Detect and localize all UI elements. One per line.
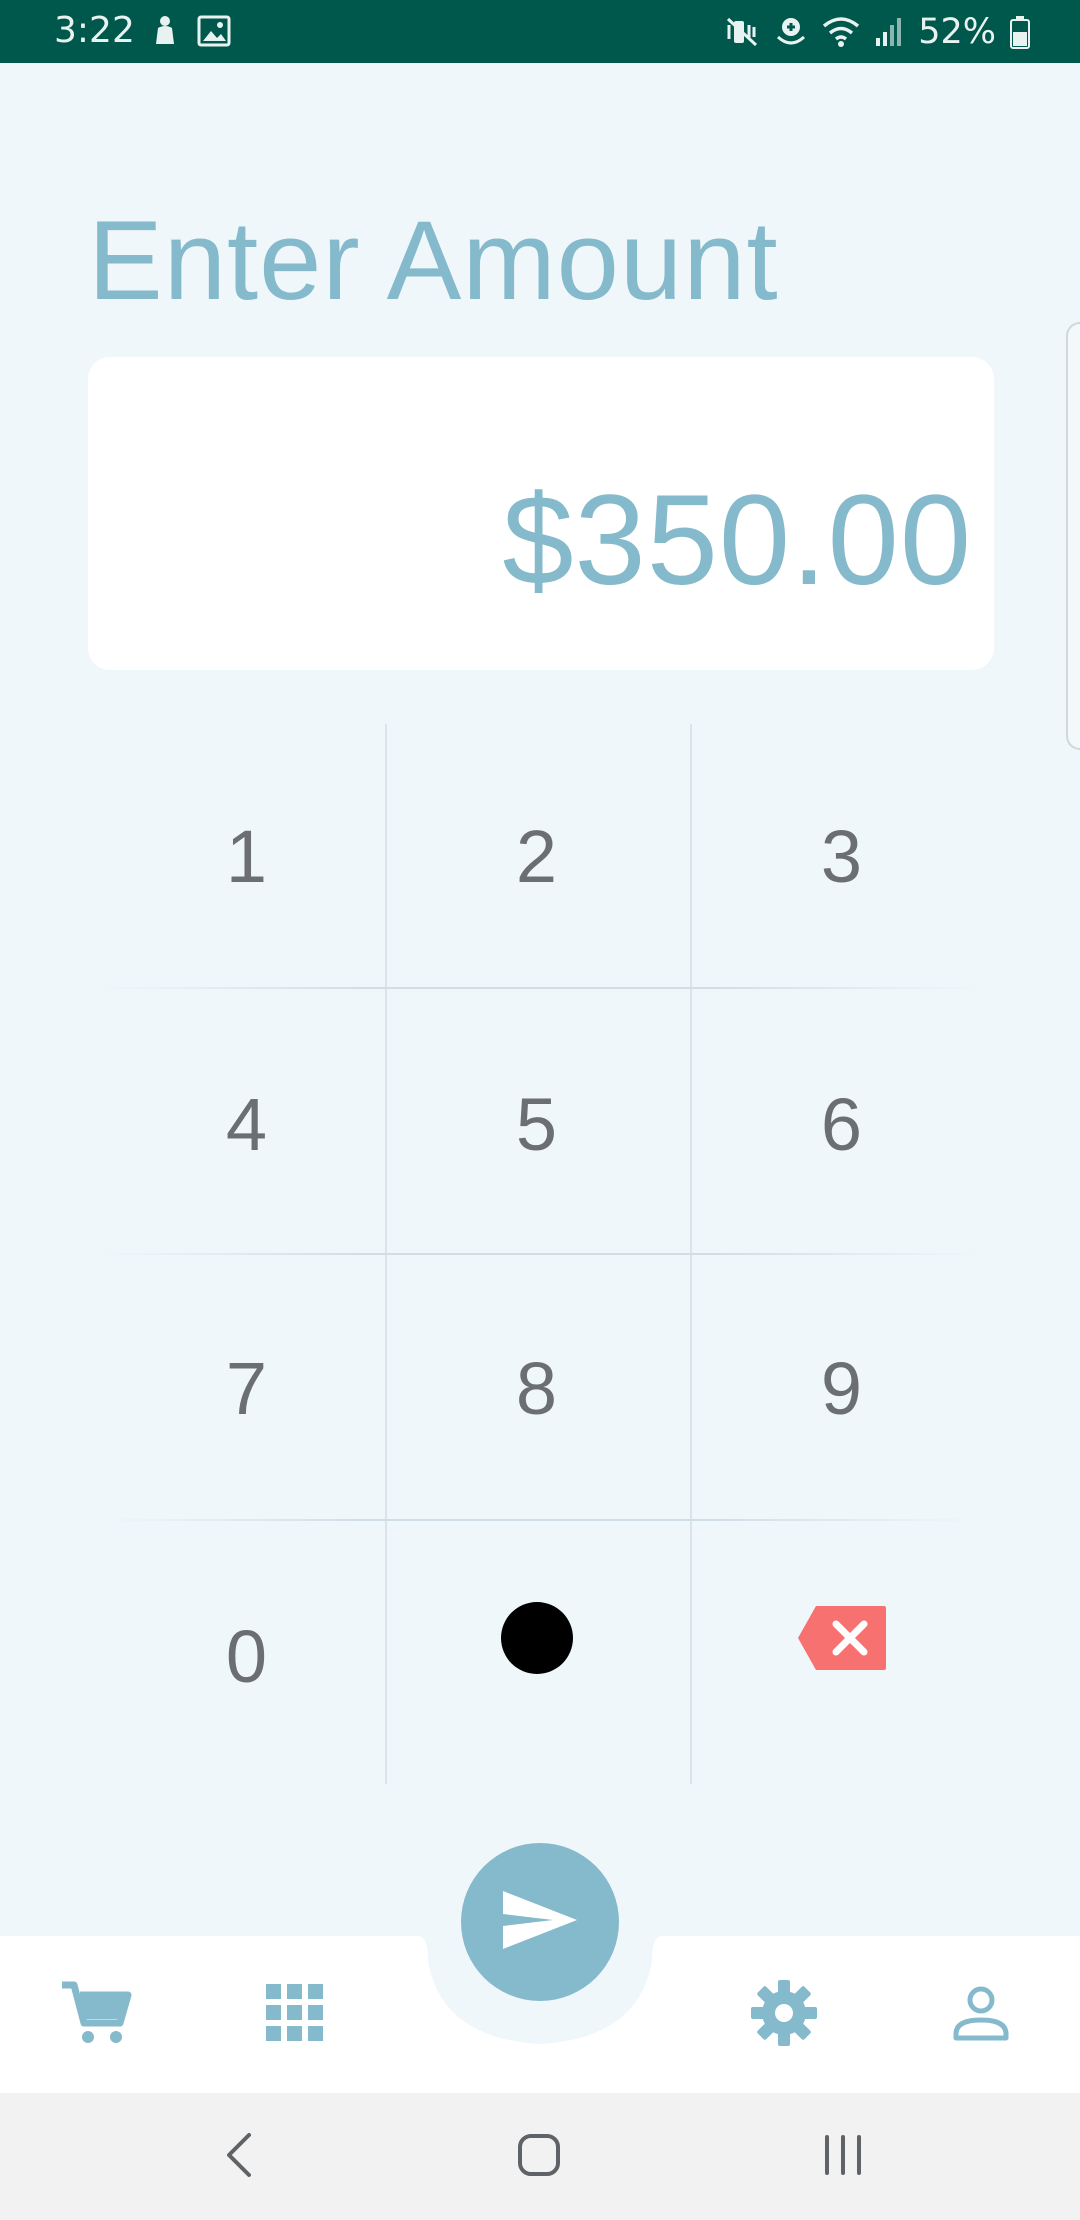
status-bar: 3:22 52% <box>0 0 1080 63</box>
cart-icon <box>60 1979 132 2052</box>
settings-icon <box>749 1978 819 2053</box>
backspace-icon <box>796 1604 888 1689</box>
key-1[interactable]: 1 <box>100 724 393 989</box>
system-home-button[interactable] <box>494 2120 584 2194</box>
grid-nav-button[interactable] <box>255 1980 335 2050</box>
key-7[interactable]: 7 <box>100 1256 393 1521</box>
amount-display[interactable]: $350.00 <box>88 357 994 670</box>
key-8[interactable]: 8 <box>390 1256 683 1521</box>
edge-panel-handle[interactable] <box>1066 322 1080 750</box>
battery-percent: 52% <box>918 12 996 52</box>
key-4[interactable]: 4 <box>100 992 393 1257</box>
decimal-key[interactable] <box>390 1514 683 1779</box>
signal-icon <box>874 16 904 48</box>
amount-value: $350.00 <box>502 469 972 612</box>
page-title: Enter Amount <box>88 198 779 323</box>
key-9[interactable]: 9 <box>695 1256 988 1521</box>
status-time: 3:22 <box>54 10 135 51</box>
key-6[interactable]: 6 <box>695 992 988 1257</box>
profile-icon <box>952 1984 1010 2047</box>
system-recents-button[interactable] <box>798 2120 888 2194</box>
wifi-icon <box>822 16 860 48</box>
recents-icon <box>822 2134 864 2181</box>
key-0[interactable]: 0 <box>100 1524 393 1789</box>
delete-key[interactable] <box>695 1514 988 1779</box>
back-icon <box>223 2132 253 2183</box>
send-icon <box>501 1889 579 1956</box>
dot-icon <box>499 1600 575 1693</box>
grid-icon <box>266 1983 324 2047</box>
status-right-group: 52% <box>726 10 1030 54</box>
key-2[interactable]: 2 <box>390 724 683 989</box>
profile-nav-button[interactable] <box>941 1980 1021 2050</box>
keypad: 1 2 3 4 5 6 7 8 9 0 <box>100 724 980 1784</box>
settings-nav-button[interactable] <box>744 1978 824 2053</box>
mute-vibrate-icon <box>726 15 760 49</box>
system-back-button[interactable] <box>193 2120 283 2194</box>
cart-nav-button[interactable] <box>56 1980 136 2050</box>
home-icon <box>516 2132 562 2183</box>
hotspot-icon <box>774 15 808 49</box>
key-3[interactable]: 3 <box>695 724 988 989</box>
image-icon <box>197 14 231 48</box>
key-5[interactable]: 5 <box>390 992 683 1257</box>
baby-icon <box>150 14 180 48</box>
battery-icon <box>1010 15 1030 49</box>
send-button[interactable] <box>461 1843 619 2001</box>
